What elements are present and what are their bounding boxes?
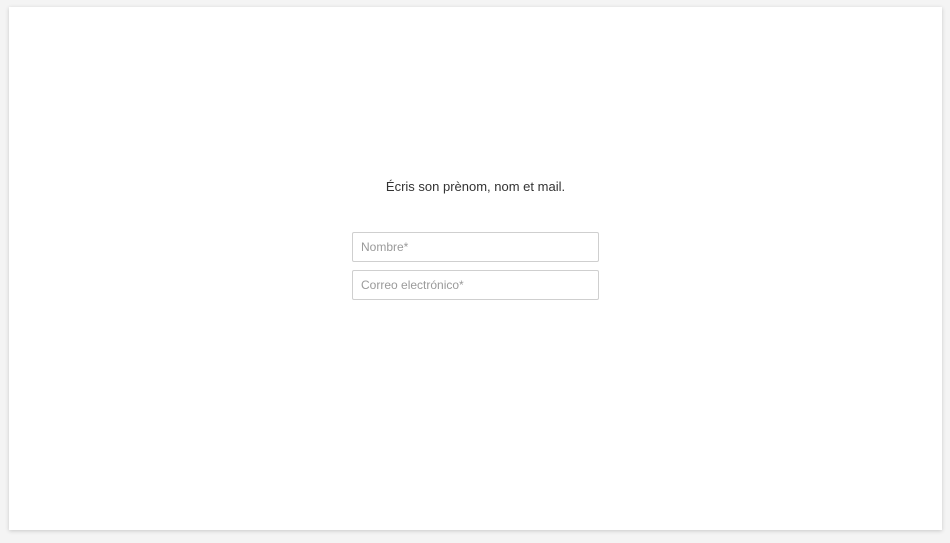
email-input[interactable] <box>353 271 598 299</box>
form-prompt: Écris son prènom, nom et mail. <box>385 179 566 194</box>
email-field-wrapper <box>352 270 599 300</box>
name-field-wrapper <box>352 232 599 262</box>
name-input[interactable] <box>353 233 598 261</box>
form-card: Écris son prènom, nom et mail. <box>9 7 942 530</box>
